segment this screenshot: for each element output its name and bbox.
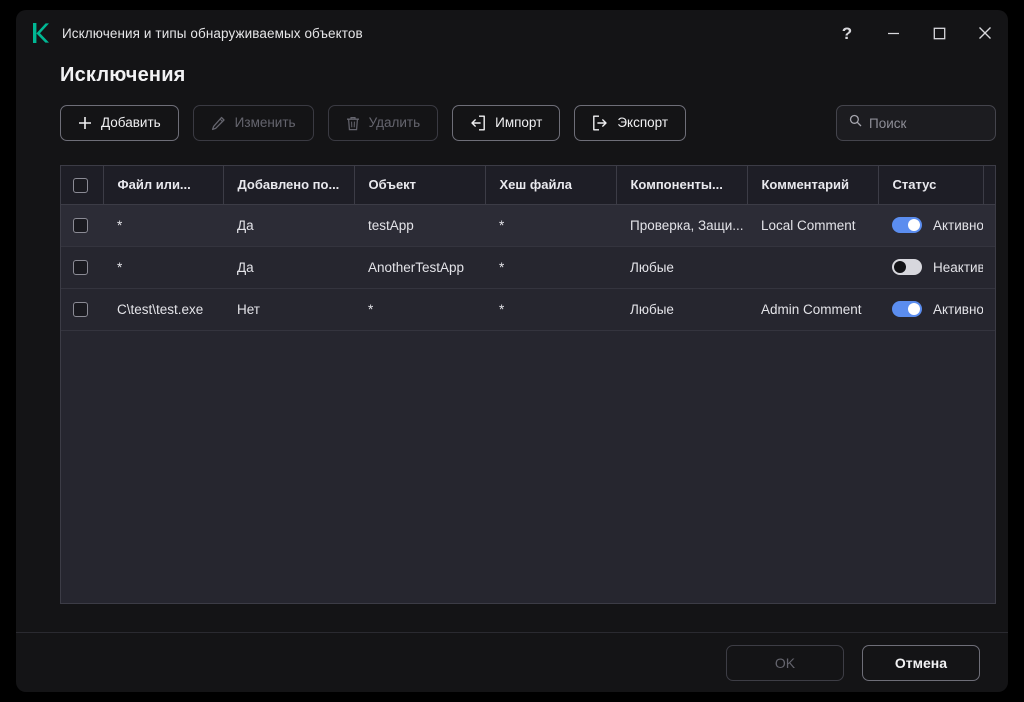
select-all-checkbox[interactable] (73, 178, 88, 193)
add-button[interactable]: Добавить (60, 105, 179, 141)
cell-file: C\test\test.exe (103, 288, 223, 330)
edit-button[interactable]: Изменить (193, 105, 314, 141)
row-checkbox[interactable] (73, 302, 88, 317)
cell-status: Активно (878, 204, 983, 246)
cancel-button[interactable]: Отмена (862, 645, 980, 681)
row-checkbox[interactable] (73, 260, 88, 275)
toggle-knob (908, 303, 920, 315)
close-icon[interactable] (962, 10, 1008, 56)
cell-comment (747, 246, 878, 288)
cell-hash: * (485, 246, 616, 288)
table-row[interactable]: *ДаAnotherTestApp*ЛюбыеНеактивно (61, 246, 996, 288)
toggle-knob (894, 261, 906, 273)
pencil-icon (211, 116, 226, 131)
status-toggle[interactable] (892, 301, 922, 317)
export-icon (592, 115, 608, 131)
status-toggle[interactable] (892, 259, 922, 275)
ok-button[interactable]: OK (726, 645, 844, 681)
cell-file: * (103, 246, 223, 288)
column-header-status[interactable]: Статус (878, 166, 983, 204)
toggle-knob (908, 219, 920, 231)
cell-added-by: Да (223, 246, 354, 288)
trash-icon (346, 116, 360, 131)
window-controls: ? (824, 10, 1008, 56)
status-label: Активно (933, 218, 983, 233)
column-header-object[interactable]: Объект (354, 166, 485, 204)
cell-extra (983, 288, 996, 330)
toolbar: Добавить Изменить Удалить (60, 105, 1008, 141)
edit-button-label: Изменить (235, 116, 296, 130)
plus-icon (78, 116, 92, 130)
cell-status: Неактивно (878, 246, 983, 288)
import-icon (470, 115, 486, 131)
search-box[interactable] (836, 105, 996, 141)
help-icon[interactable]: ? (824, 10, 870, 56)
cell-components: Любые (616, 246, 747, 288)
column-header-comment[interactable]: Комментарий (747, 166, 878, 204)
row-checkbox-cell[interactable] (61, 204, 103, 246)
delete-button-label: Удалить (369, 116, 421, 130)
cell-extra (983, 204, 996, 246)
footer: OK Отмена (16, 633, 1008, 692)
cell-object: testApp (354, 204, 485, 246)
cell-status: Активно (878, 288, 983, 330)
cell-components: Проверка, Защи... (616, 204, 747, 246)
minimize-icon[interactable] (870, 10, 916, 56)
column-header-components[interactable]: Компоненты... (616, 166, 747, 204)
cell-added-by: Нет (223, 288, 354, 330)
cell-components: Любые (616, 288, 747, 330)
import-button-label: Импорт (495, 116, 542, 130)
row-checkbox-cell[interactable] (61, 246, 103, 288)
export-button[interactable]: Экспорт (574, 105, 686, 141)
delete-button[interactable]: Удалить (328, 105, 439, 141)
export-button-label: Экспорт (617, 116, 668, 130)
cell-object: * (354, 288, 485, 330)
cell-hash: * (485, 204, 616, 246)
status-label: Неактивно (933, 260, 983, 275)
status-label: Активно (933, 302, 983, 317)
cell-object: AnotherTestApp (354, 246, 485, 288)
exclusions-table: Файл или... Добавлено по... Объект Хеш ф… (60, 165, 996, 604)
table-row[interactable]: C\test\test.exeНет**ЛюбыеAdmin CommentАк… (61, 288, 996, 330)
window-title: Исключения и типы обнаруживаемых объекто… (62, 26, 363, 41)
cell-hash: * (485, 288, 616, 330)
title-bar: Исключения и типы обнаруживаемых объекто… (16, 10, 1008, 56)
table-row[interactable]: *ДаtestApp*Проверка, Защи...Local Commen… (61, 204, 996, 246)
cell-comment: Local Comment (747, 204, 878, 246)
column-header-file[interactable]: Файл или... (103, 166, 223, 204)
import-button[interactable]: Импорт (452, 105, 560, 141)
kaspersky-k-logo-icon (30, 21, 52, 45)
search-input[interactable] (869, 116, 983, 131)
cell-comment: Admin Comment (747, 288, 878, 330)
maximize-icon[interactable] (916, 10, 962, 56)
column-header-hash[interactable]: Хеш файла (485, 166, 616, 204)
add-button-label: Добавить (101, 116, 161, 130)
column-header-extra (983, 166, 996, 204)
page-title: Исключения (60, 64, 1008, 87)
table-header-row: Файл или... Добавлено по... Объект Хеш ф… (61, 166, 996, 204)
row-checkbox-cell[interactable] (61, 288, 103, 330)
cell-added-by: Да (223, 204, 354, 246)
cell-extra (983, 246, 996, 288)
search-icon (849, 114, 862, 132)
cell-file: * (103, 204, 223, 246)
status-toggle[interactable] (892, 217, 922, 233)
row-checkbox[interactable] (73, 218, 88, 233)
exclusions-dialog: Исключения и типы обнаруживаемых объекто… (16, 10, 1008, 692)
column-header-added-by[interactable]: Добавлено по... (223, 166, 354, 204)
column-header-check[interactable] (61, 166, 103, 204)
